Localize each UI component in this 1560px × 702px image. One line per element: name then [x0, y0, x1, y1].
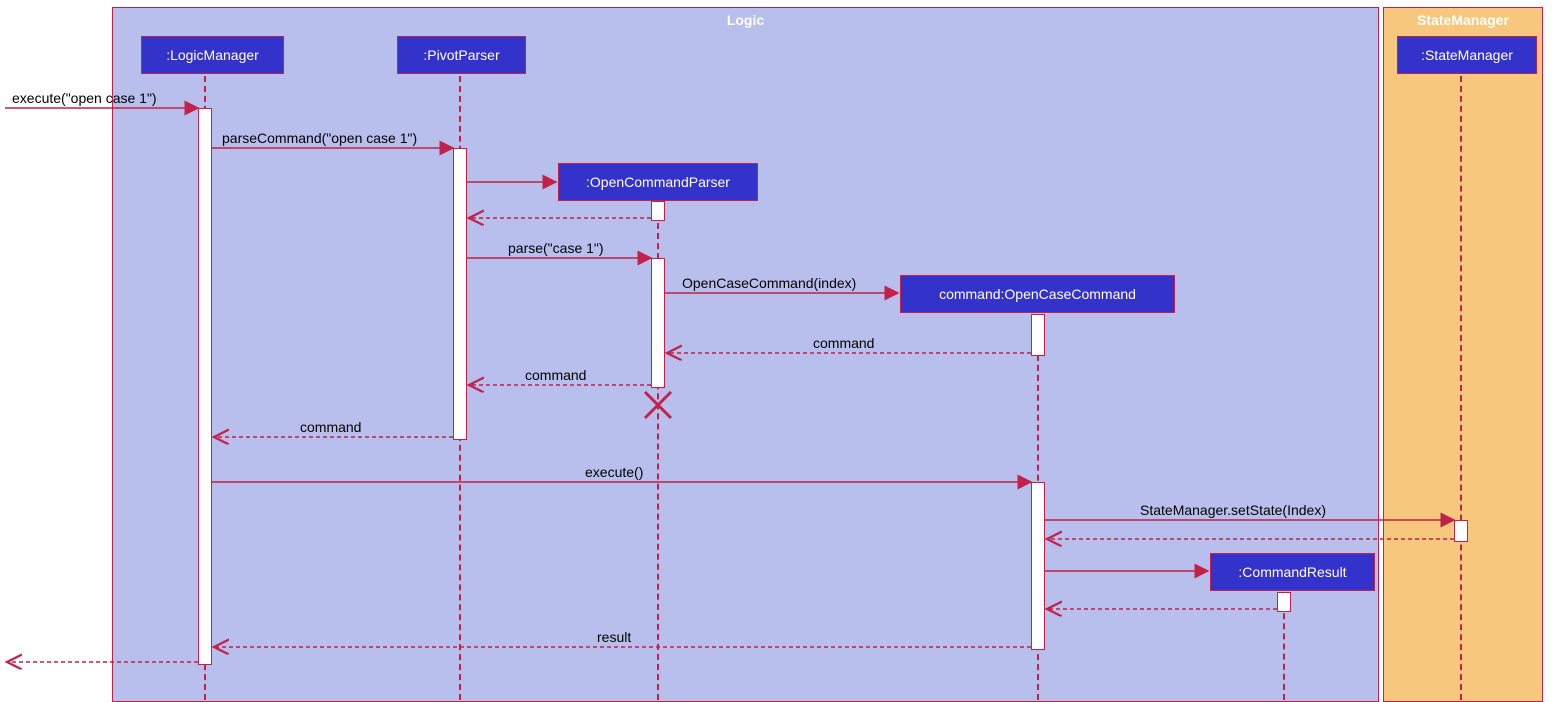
- participant-commandresult-label: :CommandResult: [1238, 564, 1346, 580]
- msg-parse-label: parse("case 1"): [508, 240, 604, 256]
- msg-command2-label: command: [525, 367, 586, 383]
- participant-logicmanager: :LogicManager: [141, 36, 284, 74]
- activation-commandresult: [1277, 592, 1291, 612]
- activation-opencasecommand-2: [1031, 482, 1045, 650]
- msg-opencasecommand-label: OpenCaseCommand(index): [682, 275, 856, 291]
- state-box: StateManager: [1383, 7, 1543, 702]
- msg-command3-label: command: [300, 419, 361, 435]
- logic-box-title: Logic: [113, 12, 1378, 28]
- activation-statemanager: [1454, 520, 1468, 542]
- participant-opencasecommand: command:OpenCaseCommand: [900, 275, 1175, 313]
- activation-logicmanager: [198, 108, 212, 665]
- activation-opencommandparser-1: [651, 201, 665, 221]
- lifeline-statemanager: [1460, 76, 1462, 700]
- participant-pivotparser-label: :PivotParser: [423, 47, 499, 63]
- msg-parsecommand-label: parseCommand("open case 1"): [222, 130, 417, 146]
- msg-result-label: result: [597, 629, 631, 645]
- participant-logicmanager-label: :LogicManager: [166, 47, 259, 63]
- msg-execute-label: execute("open case 1"): [12, 90, 157, 106]
- participant-opencommandparser: :OpenCommandParser: [558, 163, 758, 201]
- activation-opencommandparser-2: [651, 258, 665, 388]
- msg-setstate-label: StateManager.setState(Index): [1140, 502, 1326, 518]
- participant-opencommandparser-label: :OpenCommandParser: [586, 174, 730, 190]
- participant-commandresult: :CommandResult: [1210, 553, 1375, 591]
- msg-command1-label: command: [813, 335, 874, 351]
- participant-opencasecommand-label: command:OpenCaseCommand: [939, 286, 1136, 302]
- activation-pivotparser: [453, 148, 467, 440]
- state-box-title: StateManager: [1384, 12, 1542, 28]
- activation-opencasecommand-1: [1031, 314, 1045, 356]
- participant-pivotparser: :PivotParser: [397, 36, 526, 74]
- logic-box: Logic: [112, 7, 1379, 702]
- participant-statemanager: :StateManager: [1397, 36, 1537, 74]
- msg-execute2-label: execute(): [585, 464, 643, 480]
- participant-statemanager-label: :StateManager: [1421, 47, 1513, 63]
